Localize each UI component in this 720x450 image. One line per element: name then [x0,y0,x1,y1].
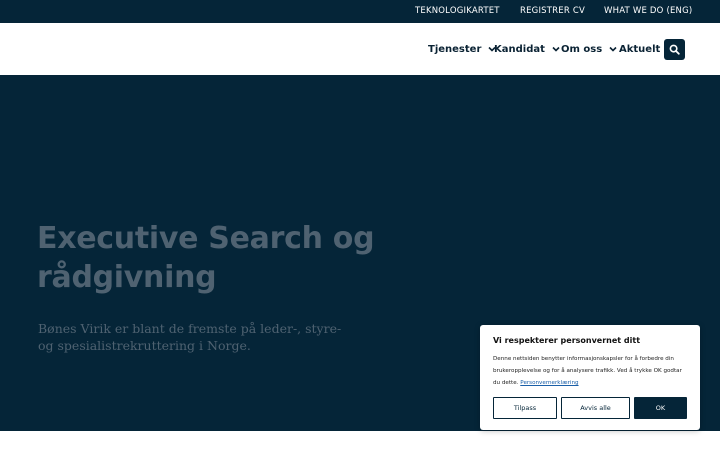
privacy-policy-link[interactable]: Personvernerklæring [520,380,578,386]
chevron-down-icon [551,44,561,54]
cookie-consent-dialog: Vi respekterer personvernet ditt Denne n… [480,325,700,430]
hero-title: Executive Search og rådgivning [37,221,375,295]
cookie-button-row: Tilpass Avvis alle OK [493,397,687,419]
nav-item-om-oss[interactable]: Om oss [561,42,618,56]
topbar-link-registrer-cv[interactable]: REGISTRER CV [520,6,585,16]
hero-subtitle: Bønes Virik er blant de fremste på leder… [38,321,342,353]
main-navigation: Tjenester Kandidat Om oss Aktuelt [0,23,720,75]
topbar-link-what-we-do[interactable]: WHAT WE DO (ENG) [604,6,692,16]
search-button[interactable] [664,39,685,60]
page-bottom-area [0,431,720,450]
cookie-customize-button[interactable]: Tilpass [493,397,557,419]
nav-item-label: Aktuelt [619,43,661,55]
cookie-reject-button[interactable]: Avvis alle [561,397,630,419]
top-utility-bar: TEKNOLOGIKARTET REGISTRER CV WHAT WE DO … [0,0,720,23]
nav-item-tjenester[interactable]: Tjenester [428,42,497,56]
nav-item-label: Tjenester [428,43,482,55]
nav-item-label: Kandidat [494,43,545,55]
cookie-title: Vi respekterer personvernet ditt [493,336,641,345]
cookie-body: Denne nettsiden benytter informasjonskap… [493,353,687,389]
nav-item-label: Om oss [561,43,603,55]
search-icon [669,40,680,59]
nav-item-aktuelt[interactable]: Aktuelt [619,42,660,56]
cookie-accept-button[interactable]: OK [634,397,687,419]
chevron-down-icon [608,44,618,54]
nav-item-kandidat[interactable]: Kandidat [494,42,561,56]
topbar-link-teknologikartet[interactable]: TEKNOLOGIKARTET [415,6,500,16]
